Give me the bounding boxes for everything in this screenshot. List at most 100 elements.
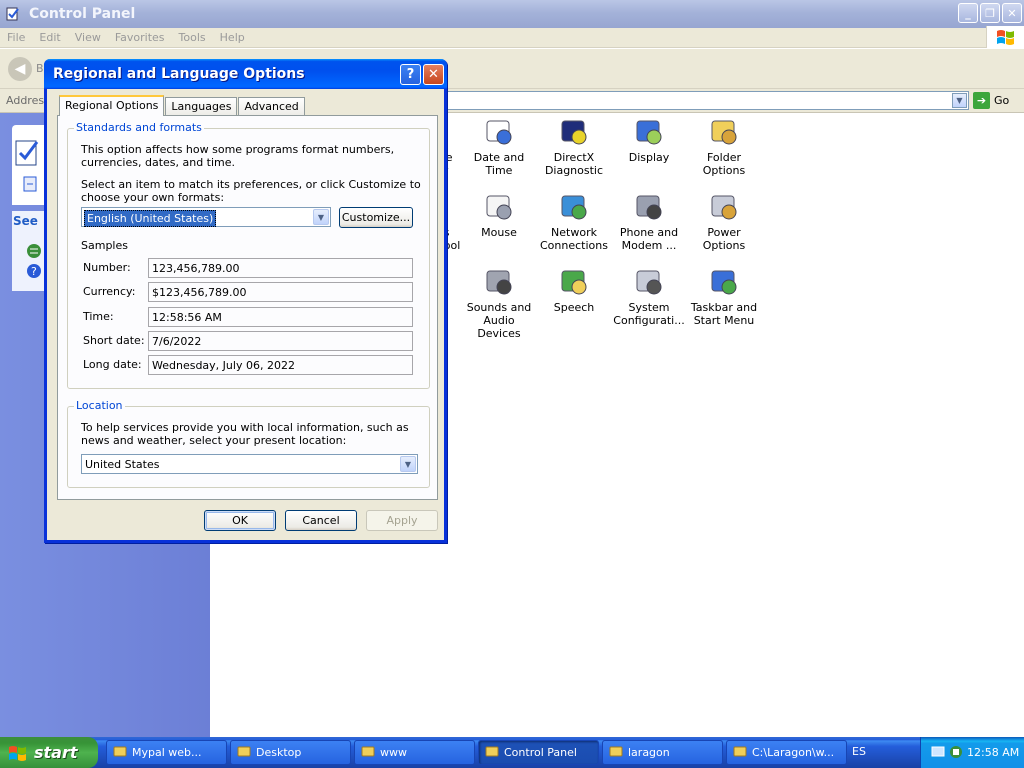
sample-value: 7/6/2022 — [148, 331, 413, 351]
taskbar-button[interactable]: Desktop — [230, 740, 351, 765]
taskbar-button-label: Desktop — [256, 746, 302, 759]
cp-item-label: Folder Options — [702, 151, 746, 177]
apply-button[interactable]: Apply — [366, 510, 438, 531]
standards-group-label: Standards and formats — [74, 121, 204, 134]
dialog-titlebar[interactable]: Regional and Language Options ? ✕ — [44, 59, 447, 89]
cp-item-system[interactable]: System Configurati... — [610, 265, 688, 327]
start-button[interactable]: start — [0, 737, 98, 768]
cp-item-taskbar[interactable]: Taskbar and Start Menu — [685, 265, 763, 327]
standards-group: Standards and formats This option affect… — [67, 121, 430, 389]
cp-item-directx[interactable]: DirectX Diagnostic — [535, 115, 613, 177]
tab-languages[interactable]: Languages — [165, 97, 238, 116]
language-indicator[interactable]: ES — [852, 745, 866, 758]
taskbar: start ES 12:58 AM Mypal web... Desktop www… — [0, 737, 1024, 768]
back-button[interactable]: ◀ — [8, 57, 32, 81]
taskbar-button-label: Control Panel — [504, 746, 577, 759]
customize-button[interactable]: Customize... — [339, 207, 413, 228]
cp-item-label: Network Connections — [540, 226, 608, 252]
chevron-down-icon[interactable]: ▼ — [400, 456, 416, 472]
close-button[interactable]: ✕ — [1002, 3, 1022, 23]
address-input[interactable]: ▼ — [446, 91, 969, 110]
sounds-icon — [483, 265, 515, 297]
network-tray-icon[interactable] — [948, 744, 964, 760]
mouse-icon — [483, 190, 515, 222]
cp-item-label: Sounds and Audio Devices — [466, 301, 532, 340]
dialog-close-button[interactable]: ✕ — [423, 64, 444, 85]
tab-strip: Regional Options Languages Advanced — [59, 95, 306, 116]
folder-icon — [361, 744, 375, 761]
sample-value: 123,456,789.00 — [148, 258, 413, 278]
taskbar-button[interactable]: laragon — [602, 740, 723, 765]
cp-item-sounds[interactable]: Sounds and Audio Devices — [460, 265, 538, 340]
cp-item-display[interactable]: Display — [610, 115, 688, 164]
taskbar-button[interactable]: Mypal web... — [106, 740, 227, 765]
sample-label: Short date: — [83, 334, 145, 347]
taskbar-icon — [708, 265, 740, 297]
sample-value: 12:58:56 AM — [148, 307, 413, 327]
sample-label: Time: — [83, 310, 114, 323]
laragon-icon — [609, 744, 623, 761]
menu-edit[interactable]: Edit — [32, 31, 67, 44]
minimize-button[interactable]: _ — [958, 3, 978, 23]
menu-help[interactable]: Help — [213, 31, 252, 44]
phone-modem-icon — [633, 190, 665, 222]
display-icon — [633, 115, 665, 147]
cp-item-mouse[interactable]: Mouse — [460, 190, 538, 239]
taskbar-button[interactable]: www — [354, 740, 475, 765]
ok-button[interactable]: OK — [204, 510, 276, 531]
help-button[interactable]: ? — [400, 64, 421, 85]
maximize-button[interactable]: ❐ — [980, 3, 1000, 23]
cp-item-folder-options[interactable]: Folder Options — [685, 115, 763, 177]
menu-favorites[interactable]: Favorites — [108, 31, 172, 44]
tab-advanced[interactable]: Advanced — [238, 97, 305, 116]
standards-description: This option affects how some programs fo… — [81, 143, 395, 169]
clock[interactable]: 12:58 AM — [967, 746, 1019, 759]
cp-item-label: Taskbar and Start Menu — [690, 301, 758, 327]
tab-regional-options[interactable]: Regional Options — [59, 95, 165, 116]
windows-flag-icon — [9, 745, 26, 761]
cp-item-phone-modem[interactable]: Phone and Modem ... — [610, 190, 688, 252]
system-icon — [633, 265, 665, 297]
cp-item-label: Power Options — [702, 226, 746, 252]
cancel-button[interactable]: Cancel — [285, 510, 357, 531]
see-also-heading: See — [13, 214, 38, 228]
dialog-title: Regional and Language Options — [53, 66, 305, 82]
chevron-down-icon[interactable]: ▼ — [952, 93, 967, 108]
go-label: Go — [994, 94, 1010, 107]
display-tray-icon[interactable] — [931, 745, 945, 759]
cp-item-network-connections[interactable]: Network Connections — [535, 190, 613, 252]
menu-file[interactable]: File — [0, 31, 32, 44]
window-titlebar[interactable]: Control Panel _ ❐ ✕ — [0, 0, 1024, 28]
taskbar-button[interactable]: Control Panel — [478, 740, 599, 765]
window-title: Control Panel — [29, 6, 136, 22]
cp-item-power-options[interactable]: Power Options — [685, 190, 763, 252]
tab-panel-regional: Standards and formats This option affect… — [57, 115, 438, 500]
location-select[interactable]: United States ▼ — [81, 454, 418, 474]
locale-select-value: English (United States) — [84, 210, 217, 227]
folder-options-icon — [708, 115, 740, 147]
date-time-icon — [483, 115, 515, 147]
location-group: Location To help services provide you wi… — [67, 399, 430, 488]
locale-select[interactable]: English (United States) ▼ — [81, 207, 331, 227]
browser-icon — [113, 744, 127, 761]
taskbar-button[interactable]: C:\Laragon\w... — [726, 740, 847, 765]
sample-row: Number: 123,456,789.00 — [83, 258, 413, 278]
speech-icon — [558, 265, 590, 297]
chevron-down-icon[interactable]: ▼ — [313, 209, 329, 225]
cp-item-speech[interactable]: Speech — [535, 265, 613, 314]
menu-tools[interactable]: Tools — [172, 31, 213, 44]
help-icon[interactable]: ? — [26, 263, 42, 279]
cp-item-date-time[interactable]: Date and Time — [460, 115, 538, 177]
cp-item-label: Mouse — [481, 226, 517, 239]
sample-label: Long date: — [83, 358, 142, 371]
menu-view[interactable]: View — [68, 31, 108, 44]
regional-language-dialog: Regional and Language Options ? ✕ Region… — [44, 59, 447, 543]
taskbar-button-label: laragon — [628, 746, 670, 759]
go-button[interactable]: ➔ Go — [973, 92, 1009, 109]
taskbar-button-label: Mypal web... — [132, 746, 202, 759]
cp-item-label: Phone and Modem ... — [619, 226, 679, 252]
sample-value: Wednesday, July 06, 2022 — [148, 355, 413, 375]
sample-row: Time: 12:58:56 AM — [83, 307, 413, 327]
directx-icon — [558, 115, 590, 147]
windows-update-icon[interactable] — [26, 243, 42, 259]
